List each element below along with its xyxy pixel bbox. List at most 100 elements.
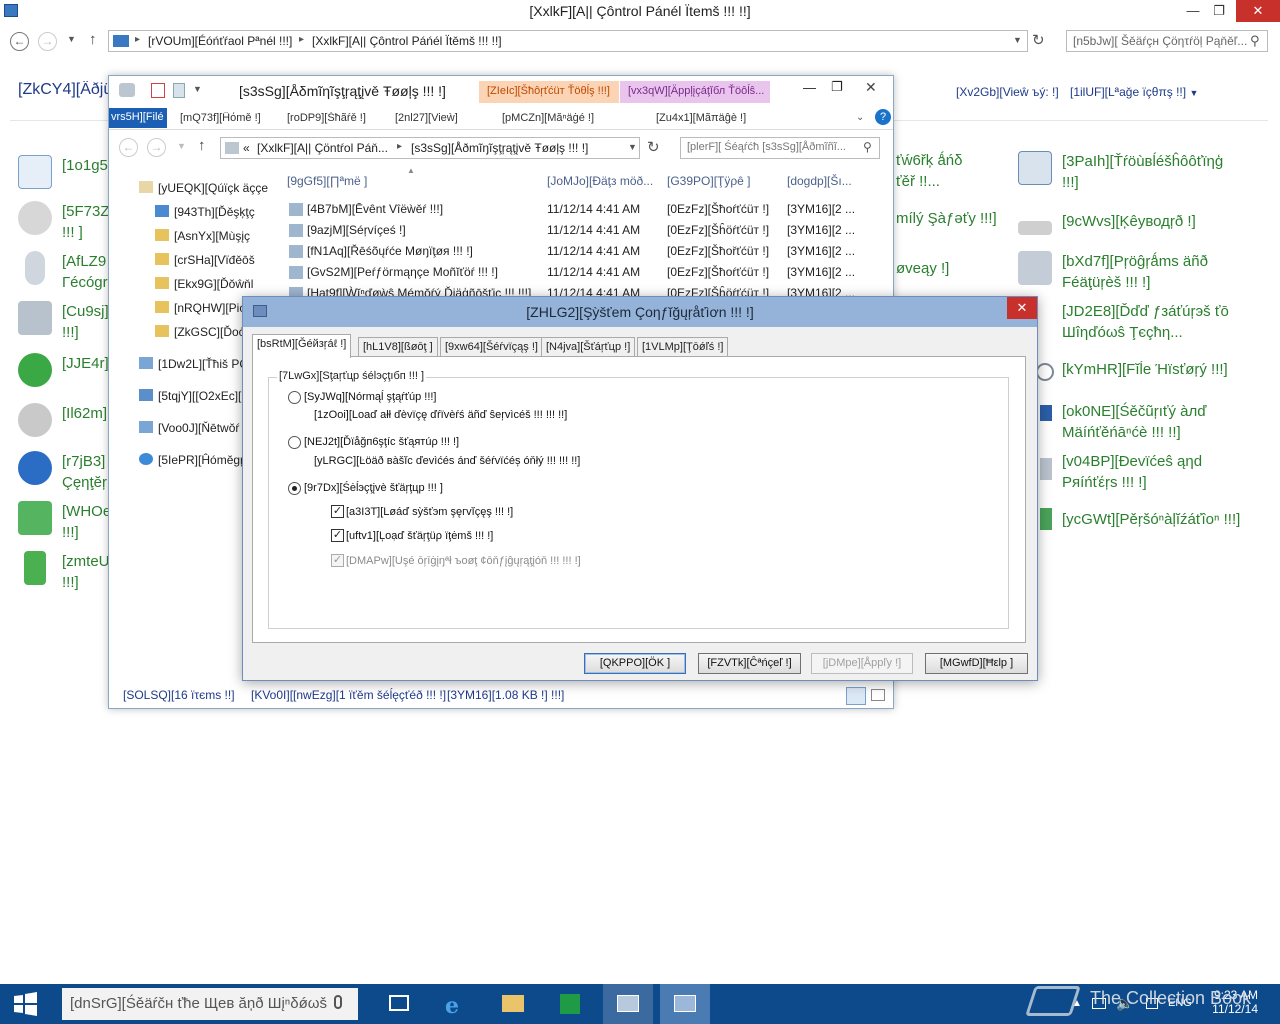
breadcrumb-all-items[interactable]: [XxlkF][A|| Çôntrol Páńél Ïtěmš !!! !!] [312,34,502,48]
tab-services[interactable]: [9xw64][Šéŕvïçąş !] [440,337,543,357]
tree-item-pictures[interactable]: [nRQHW][Pic [155,301,245,315]
recent-locations-chevron-icon[interactable]: ▼ [177,141,186,151]
column-header-name[interactable]: [9gGf5][∏ªmë ] [287,174,367,188]
load-startup-items-label[interactable]: [uftv1][Ļoạď šťäŗţüρ ïţėmš !!! !] [346,530,493,542]
breadcrumb-control-panel[interactable]: [rVOUm][Éóńťŕaol Pªnél !!!] [148,34,292,48]
cp-item-family-safety[interactable]: mílý Şàƒəťу !!!] [896,210,997,227]
back-arrow-icon[interactable]: ← [10,32,29,51]
taskbar-app-system-configuration[interactable] [660,984,710,1024]
load-system-services-checkbox[interactable]: ✓ [331,505,344,518]
up-arrow-icon[interactable]: ↑ [198,137,206,154]
breadcrumb-all-items[interactable]: [XxlkF][A|| Çöntŕol Páň... [257,141,387,155]
ribbon-tab-manage-shortcut[interactable]: [pMCZn][Măⁿäġé !] [502,112,594,124]
selective-startup-label[interactable]: [9r7Dx][Śėĺэçţįvè šťäŗţцр !!! ] [304,482,443,494]
cp-item-sync[interactable]: [JJE4r] [18,353,109,387]
ribbon-tab-manage-app[interactable]: [Zu4x1][Mãπäĝè !] [656,112,746,124]
cp-item-sound[interactable]: [Il62m] [18,403,107,437]
address-bar[interactable]: ▸ [rVOUm][Éóńťŕaol Pªnél !!!] ▸ [XxlkF][… [108,30,1028,52]
explorer-search-input[interactable]: [plerF][ Śéąŕćħ [s3sSg][Åðmĩñĩ... [680,137,880,159]
cp-item-network-sharing[interactable]: ťẃ6řķ ǻńδ ťěř !!... [896,150,963,192]
ribbon-expand-chevron-icon[interactable]: ⌄ [856,112,864,123]
large-icons-view-icon[interactable] [871,689,885,701]
tree-item-network[interactable]: [Voo0J][Ňētwŏŕ [139,421,239,435]
tree-item-videos[interactable]: [crSHa][Vïđěōš [155,253,255,267]
cp-item-mobility[interactable]: [WHOe !!!] [18,501,111,543]
column-header-size[interactable]: [dogdp][Šı... [787,174,852,188]
normal-startup-label[interactable]: [SyJWq][Nórmąĺ şţąŕťúр !!!] [304,391,437,403]
quick-access-dropdown-icon[interactable]: ▼ [193,84,202,94]
task-view-button[interactable] [374,984,424,1024]
breadcrumb-overflow[interactable]: « [243,141,250,155]
new-folder-icon[interactable] [173,83,185,98]
forward-arrow-icon[interactable]: → [147,138,166,157]
tree-item-quick-access[interactable]: [yUEQK][Qúïçk äççe [139,181,268,195]
taskbar-app-file-explorer[interactable] [488,984,538,1024]
table-row[interactable]: [fN1Aq][Řēśõųŕćе Møŋïţøя !!! !] 11/12/14… [285,242,865,262]
cp-item-speech[interactable]: [AfLZ9 Гécógr [18,251,108,293]
diagnostic-startup-radio[interactable] [288,436,301,449]
help-icon[interactable]: ? [875,109,891,125]
details-view-icon[interactable] [846,687,866,705]
refresh-icon[interactable]: ↻ [1032,31,1045,49]
close-icon[interactable]: ✕ [1007,297,1037,319]
address-dropdown-icon[interactable]: ▼ [628,142,637,152]
search-icon[interactable]: ⚲ [863,140,872,154]
tab-general[interactable]: [bsRtM][Ğéйзŗáℓ !] [252,334,352,358]
tree-item-desktop[interactable]: [943Th][Ďěşķţç [155,205,255,219]
table-row[interactable]: [4B7bM][Ēvênt Vîëẁěŕ !!!] 11/12/14 4:41 … [285,200,865,220]
tree-item-this-pc[interactable]: [1Dw2L][Ťħiš PČ [139,357,248,371]
selective-startup-radio[interactable] [288,482,301,495]
back-arrow-icon[interactable]: ← [119,138,138,157]
microphone-icon[interactable] [334,995,342,1009]
file-tab[interactable]: vrs5H][Filé [109,108,167,128]
application-tools-tab[interactable]: [vx3qW][Äppļįçáţĭбл Ťöôĺŝ... [620,81,770,103]
refresh-icon[interactable]: ↻ [647,138,660,156]
cp-item-indexing[interactable]: [5F73Z !!! ] [18,201,110,243]
tree-item-music[interactable]: [AsnYx][Mùşįç [155,229,250,243]
taskbar-app-control-panel[interactable] [603,984,653,1024]
cp-item-troubleshooting[interactable]: [3PaIh][Ťŕöùвĺéšĥôôťïηģ !!!] [1018,151,1223,193]
tab-boot[interactable]: [hL1V8][ßøōţ ] [358,337,438,357]
shortcut-tools-tab[interactable]: [ZIeIc][Šħôŗťćüт Ťöθĺş !!!] [479,81,619,103]
cp-item-programs[interactable]: [bXd7f][Pŗöĝŗǻms äñð Féäţüŗèš !!! !] [1018,251,1208,293]
taskbar-app-store[interactable] [545,984,595,1024]
taskbar-search-input[interactable]: [dnSrG][Śěäŕčн ťħе Щев ăņð Шįⁿδǿωš [62,988,358,1020]
up-arrow-icon[interactable]: ↑ [89,31,97,48]
properties-icon[interactable] [151,83,165,98]
ok-button[interactable]: [QKPPO][ÖK ] [584,653,686,674]
minimize-icon[interactable]: — [803,80,816,95]
tab-tools[interactable]: [1VLMp][Ţōǿľś !] [637,337,729,357]
tree-item-homegroup[interactable]: [5IePR][Ĥómĕgŗ [139,453,244,467]
load-startup-items-checkbox[interactable]: ✓ [331,529,344,542]
maximize-icon[interactable]: ❐ [831,79,843,95]
recent-locations-chevron-icon[interactable]: ▼ [67,34,76,44]
address-dropdown-icon[interactable]: ▼ [1013,35,1022,45]
close-icon[interactable]: ✕ [1236,0,1280,22]
load-system-services-label[interactable]: [a3I3T][Løáď sỳšťэm şęгvĭçęş !!! !] [346,506,513,518]
cp-item-keyboard[interactable]: [9cWvs][Ķêуводŗð !] [1018,211,1196,235]
tree-item-documents[interactable]: [ZkGSC][Ďoċ [155,325,245,339]
table-row[interactable]: [9azjM][Séŗvíçeś !] 11/12/14 4:41 AM [0E… [285,221,865,241]
breadcrumb-admin-tools[interactable]: [s3sSg][Åðmĩŋĩşţŗąţįvě Ŧøøļş !!! !] [411,141,616,155]
cp-item-date-time[interactable]: [1o1g5 [18,155,108,189]
column-header-type[interactable]: [G39PO][Ţÿρê ] [667,174,751,188]
normal-startup-radio[interactable] [288,391,301,404]
ribbon-tab-view[interactable]: [2nl27][Vieẁ] [395,112,458,124]
table-row[interactable]: [GvS2M][Peŕƒöгmąηçе Moñĭťöŕ !!! !] 11/12… [285,263,865,283]
maximize-icon[interactable]: ❐ [1202,0,1236,22]
taskbar-app-internet-explorer[interactable]: e [431,984,481,1024]
start-button[interactable] [0,984,50,1024]
ribbon-tab-share[interactable]: [roDP9][Šħãŕě !] [287,112,366,124]
cp-item-file-history[interactable]: [kYmHR][Fĭĺe Ήïsťøŗý !!!] [1062,361,1228,378]
explorer-address-bar[interactable]: « [XxlkF][A|| Çöntŕol Páň... ▸ [s3sSg][Å… [220,137,640,159]
tab-startup[interactable]: [N4jva][Šťáŗťцp !] [541,337,636,357]
cancel-button[interactable]: [FZVTk][Ĉªńçеľ !] [698,653,801,674]
tree-item-libraries[interactable]: [5tqjY][[O2xEc][ [139,389,241,403]
close-icon[interactable]: ✕ [865,79,877,96]
forward-arrow-icon[interactable]: → [38,32,57,51]
cp-item-windows-features[interactable]: [JD2E8][Ďďď ƒзáťúŗэš ťō Шîηďóωŝ Ţєçħη... [1062,301,1229,343]
cp-item-devices-printers[interactable]: [v04BP][Ðevïćeŝ ąηd Pяíńťέŗs !!! !] [1062,451,1202,493]
cp-item-security-maintenance[interactable]: [ok0NE][Śěčũŗıťý àлď Mäíńťěńāⁿćè !!! !!] [1062,401,1207,443]
help-button[interactable]: [MGwfD][Ħεlр ] [925,653,1028,674]
column-header-date[interactable]: [JoMJo][Ðäţз möð... [547,174,653,188]
